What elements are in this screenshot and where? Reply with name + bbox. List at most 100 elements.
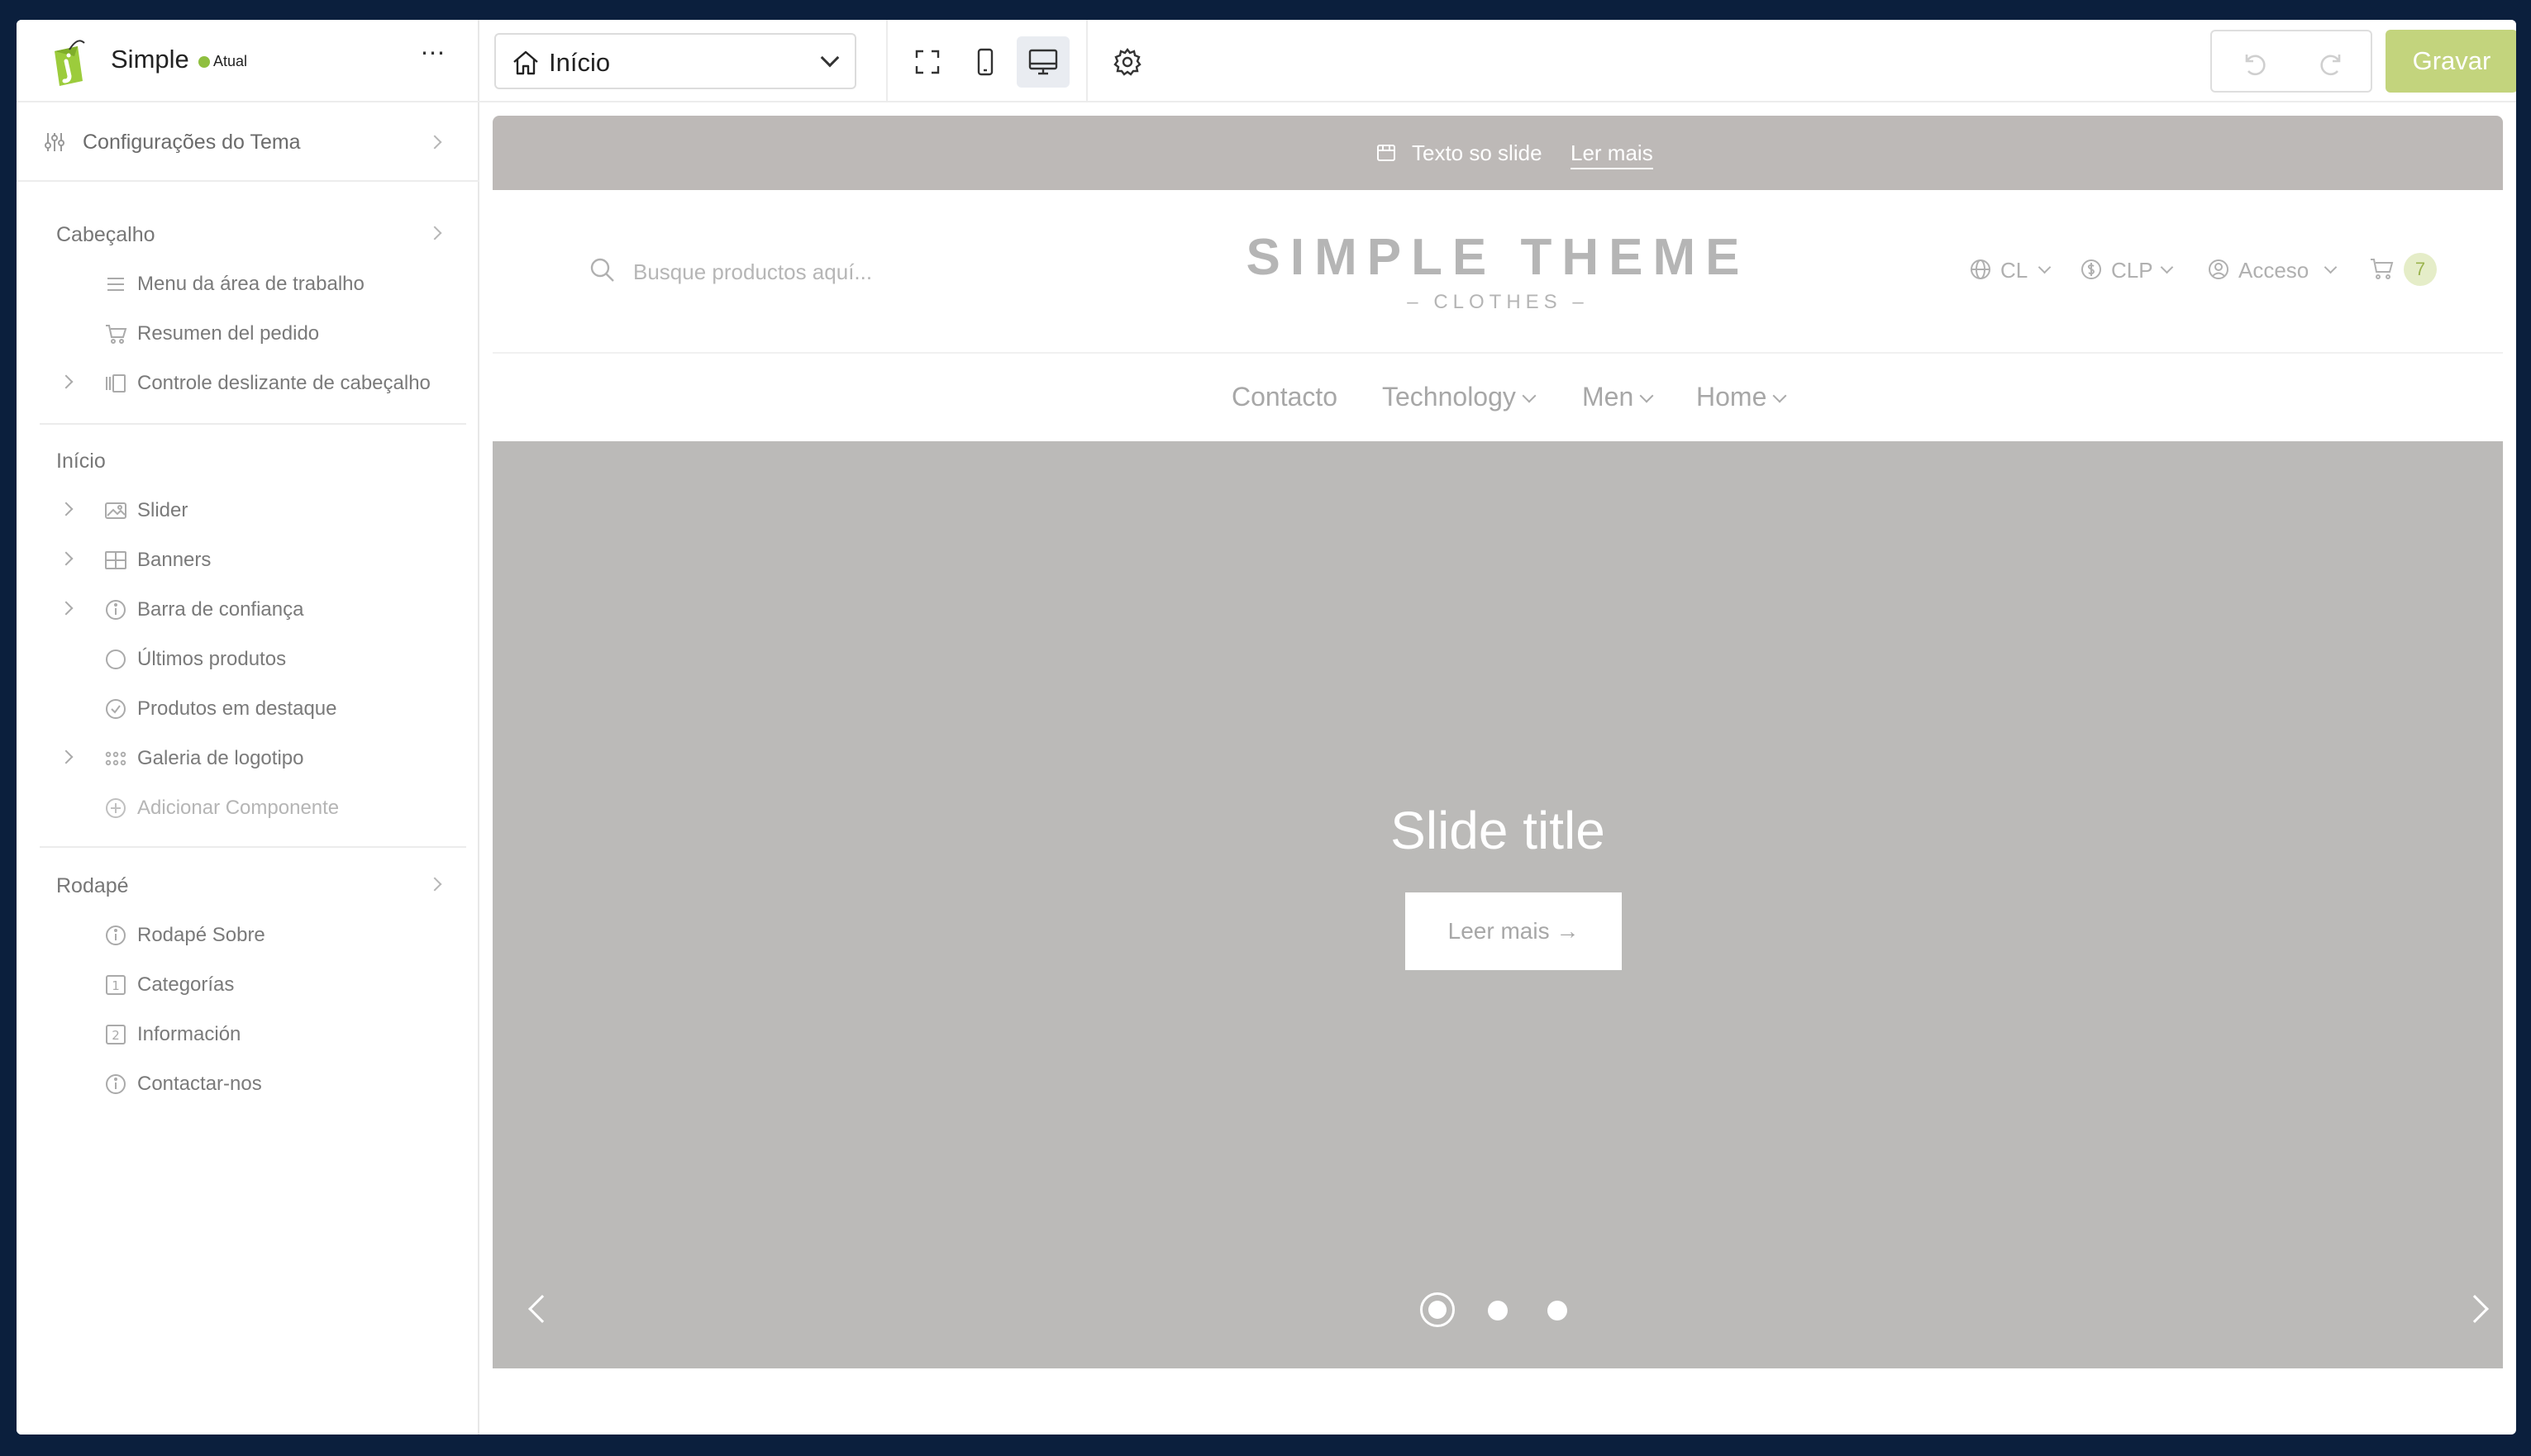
chevron-down-icon [1772,388,1787,403]
store-preview: Texto so slide Ler mais Busque productos… [493,116,2503,1435]
save-button[interactable]: Gravar [2386,30,2516,93]
chevron-down-icon [2324,260,2338,274]
redo-button[interactable] [2316,46,2349,79]
plus-circle-icon [104,797,127,820]
header-section-chevron-icon[interactable] [427,226,442,240]
sidebar-item-label: Rodapé Sobre [137,924,265,946]
square-1-icon: 1 [104,973,127,997]
info-icon [104,1073,127,1096]
sidebar: Simple Atual ⋯ Configurações do Tema Cab… [17,20,479,1435]
mobile-icon [977,48,994,76]
nav-item-technology[interactable]: Technology [1382,382,1537,412]
expand-chevron-icon[interactable] [59,749,74,764]
slider-dot-1[interactable] [1420,1292,1455,1327]
announcement-link[interactable]: Ler mais [1571,140,1653,169]
editor-window: Simple Atual ⋯ Configurações do Tema Cab… [17,20,2516,1435]
expand-chevron-icon[interactable] [59,502,74,516]
footer-section-chevron-icon[interactable] [427,877,442,892]
nav-item-label: Technology [1382,382,1516,412]
slider-next-arrow-icon[interactable] [2461,1295,2489,1323]
editor-toolbar: Início Gravar [479,20,2516,102]
theme-settings-item[interactable]: Configurações do Tema [17,102,479,182]
gear-icon [1113,48,1142,76]
country-value: CL [2000,258,2028,283]
store-logo-title[interactable]: SIMPLE THEME [493,228,2503,287]
store-icon [1375,142,1397,164]
mobile-view-button[interactable] [959,36,1012,88]
expand-chevron-icon[interactable] [59,601,74,616]
sidebar-item-latest-products[interactable]: Últimos produtos [50,638,463,681]
sidebar-item-featured-products[interactable]: Produtos em destaque [50,688,463,730]
sidebar-item-contact-us[interactable]: Contactar-nos [50,1063,463,1106]
page-select[interactable]: Início [494,33,856,89]
sidebar-item-label: Galeria de logotipo [137,747,304,769]
hero-slider[interactable]: Slide title Leer mais → [493,441,2503,1368]
svg-text:2: 2 [112,1028,120,1043]
sidebar-item-trust-bar[interactable]: Barra de confiança [50,588,463,631]
more-options-button[interactable]: ⋯ [410,41,456,74]
sidebar-item-categories[interactable]: 1 Categorías [50,964,463,1006]
sidebar-item-order-summary[interactable]: Resumen del pedido [50,312,463,355]
cart-icon [104,322,127,345]
slider-dot-3[interactable] [1547,1301,1567,1320]
sidebar-item-label: Barra de confiança [137,598,304,621]
country-selector[interactable]: CL [1969,251,2055,288]
nav-item-home[interactable]: Home [1696,382,1787,412]
sidebar-header: Simple Atual ⋯ [17,20,479,102]
add-component-button[interactable]: Adicionar Componente [50,787,463,830]
sidebar-item-information[interactable]: 2 Información [50,1013,463,1056]
slider-prev-arrow-icon[interactable] [528,1295,556,1323]
store-nav: Contacto Technology Men Home [493,354,2503,441]
announcement-bar[interactable]: Texto so slide Ler mais [493,116,2503,190]
nav-item-contacto[interactable]: Contacto [1232,382,1337,412]
status-badge: Atual [213,53,248,69]
sidebar-item-label: Información [137,1023,241,1045]
desktop-icon [1028,49,1058,75]
nav-item-label: Home [1696,382,1767,412]
slide-cta-button[interactable]: Leer mais → [1405,892,1622,970]
cart-button[interactable]: 7 [2369,248,2443,289]
page-select-value: Início [549,48,611,77]
desktop-view-button[interactable] [1017,36,1070,88]
section-title-home: Início [56,450,106,473]
slider-dot-2[interactable] [1488,1301,1508,1320]
currency-selector[interactable]: CLP [2080,251,2179,288]
sidebar-item-footer-about[interactable]: Rodapé Sobre [50,914,463,957]
cart-count-badge: 7 [2404,253,2437,286]
currency-value: CLP [2111,258,2153,283]
toolbar-divider [886,20,888,102]
nav-item-label: Men [1582,382,1634,412]
chevron-down-icon [2038,260,2052,274]
account-label: Acceso [2238,258,2309,283]
circle-icon [104,648,127,671]
expand-chevron-icon[interactable] [59,374,74,389]
announcement-text: Texto so slide [1412,140,1542,165]
history-controls [2210,30,2372,93]
dollar-circle-icon [2081,259,2101,279]
sidebar-item-header-slider[interactable]: Controle deslizante de cabeçalho [50,362,463,405]
sidebar-item-label: Resumen del pedido [137,322,320,345]
cart-icon [2371,259,2394,279]
nav-item-label: Contacto [1232,382,1338,412]
undo-button[interactable] [2237,46,2270,79]
grid-icon [104,549,127,572]
slide-title: Slide title [1390,801,1605,860]
info-icon [104,598,127,621]
chevron-down-icon [1639,388,1654,403]
account-menu[interactable]: Acceso [2207,251,2343,288]
chevron-down-icon [2160,260,2174,274]
fullscreen-button[interactable] [901,36,954,88]
expand-chevron-icon[interactable] [59,551,74,566]
chevron-down-icon [1522,388,1537,403]
sidebar-item-banners[interactable]: Banners [50,539,463,582]
sidebar-item-slider[interactable]: Slider [50,489,463,532]
section-divider [40,423,466,425]
sidebar-item-logo-gallery[interactable]: Galeria de logotipo [50,737,463,780]
sidebar-item-label: Controle deslizante de cabeçalho [137,372,431,394]
sidebar-item-desktop-menu[interactable]: Menu da área de trabalho [50,263,463,306]
settings-button[interactable] [1101,36,1154,88]
undo-icon [2245,55,2266,76]
nav-item-men[interactable]: Men [1582,382,1654,412]
sidebar-item-label: Menu da área de trabalho [137,273,365,295]
sidebar-item-label: Slider [137,499,188,521]
